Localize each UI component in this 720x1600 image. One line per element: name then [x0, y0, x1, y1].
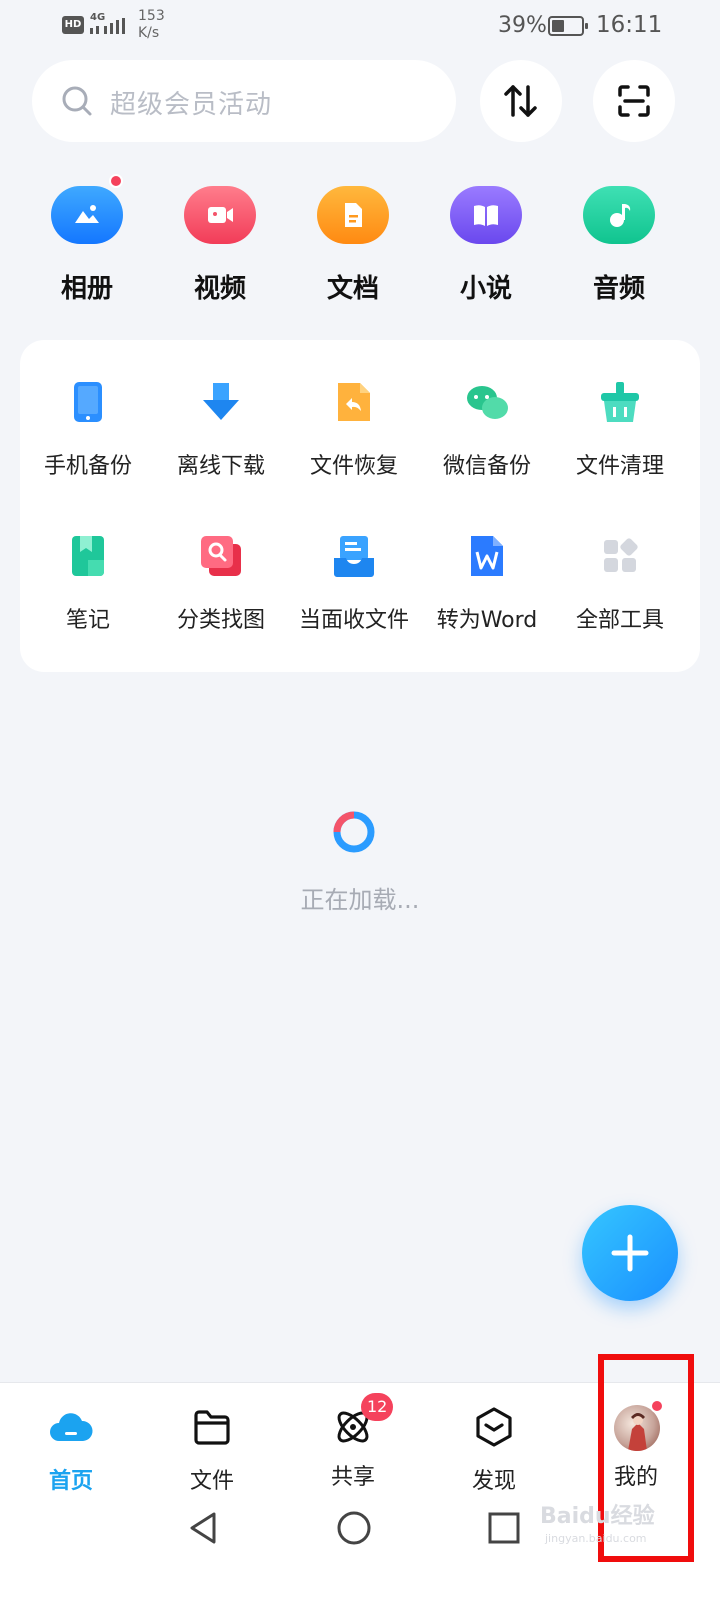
folder-icon: [194, 1410, 230, 1445]
search-placeholder: 超级会员活动: [110, 90, 273, 120]
tool-label: 文件恢复: [309, 454, 398, 479]
nav-files[interactable]: 文件: [152, 1405, 272, 1495]
tool-label: 分类找图: [176, 608, 265, 633]
tool-offline-download[interactable]: 离线下载: [153, 380, 289, 480]
battery-icon: [548, 16, 588, 36]
net-speed-unit: K/s: [138, 25, 160, 41]
nav-label: 共享: [330, 1465, 375, 1490]
music-icon: [583, 186, 655, 244]
tool-label: 微信备份: [442, 454, 531, 479]
tool-label: 手机备份: [43, 454, 132, 479]
battery-percent: 39%: [498, 13, 547, 38]
category-label: 相册: [60, 274, 113, 304]
tool-file-clean[interactable]: 文件清理: [552, 380, 688, 480]
nav-share[interactable]: 12 共享: [293, 1393, 413, 1491]
nav-discover[interactable]: 发现: [434, 1405, 554, 1495]
nav-label: 首页: [48, 1469, 93, 1494]
watermark-sub: jingyan.baidu.com: [545, 1532, 647, 1545]
download-icon: [203, 383, 239, 420]
notification-dot: [109, 174, 123, 188]
receive-file-icon: [334, 536, 374, 577]
tool-image-search[interactable]: 分类找图: [153, 534, 289, 634]
category-photos[interactable]: 相册: [32, 174, 142, 305]
tool-all-tools[interactable]: 全部工具: [552, 534, 688, 634]
share-badge: 12: [361, 1393, 394, 1421]
discover-box-icon: [476, 1407, 512, 1447]
note-icon: [72, 536, 104, 576]
tool-label: 文件清理: [575, 454, 664, 479]
tool-label: 当面收文件: [298, 608, 409, 633]
nav-label: 发现: [471, 1469, 516, 1494]
transfer-arrows-icon: [504, 85, 537, 117]
share-icon-wrap: 12: [331, 1393, 394, 1449]
category-label: 音频: [592, 274, 645, 304]
category-label: 小说: [459, 274, 512, 304]
watermark: Baidu经验: [540, 1504, 655, 1529]
search-bar[interactable]: 超级会员活动: [32, 60, 456, 142]
plus-icon: [611, 1234, 649, 1272]
tool-label: 笔记: [65, 608, 110, 633]
net-speed: 153 K/s: [138, 8, 165, 42]
category-label: 视频: [193, 274, 246, 304]
home-cloud-icon: [50, 1413, 93, 1441]
tool-label: 全部工具: [575, 608, 664, 633]
scan-button[interactable]: [593, 60, 675, 142]
status-bar: HD 4G 153 K/s 39% 16:11: [0, 0, 720, 52]
photo-album-icon: [51, 174, 123, 244]
tool-label: 转为Word: [436, 608, 538, 633]
add-button[interactable]: [582, 1205, 678, 1301]
hd-indicator: HD: [62, 16, 84, 34]
video-icon: [184, 186, 256, 244]
search-icon: [62, 86, 92, 116]
file-restore-icon: [338, 383, 370, 421]
image-search-icon: [201, 536, 241, 576]
all-tools-icon: [604, 538, 638, 572]
word-icon: [471, 536, 503, 576]
category-novels[interactable]: 小说: [431, 178, 541, 305]
tools-card: 手机备份 离线下载 文件恢复 微信备份 文件清理 笔记 分类找图 当面收文件 转…: [20, 340, 700, 672]
category-videos[interactable]: 视频: [165, 178, 275, 305]
clock: 16:11: [596, 12, 663, 38]
back-icon[interactable]: [184, 1508, 224, 1548]
signal-icon: [90, 18, 125, 34]
wechat-backup-icon: [467, 386, 508, 419]
tool-notes[interactable]: 笔记: [20, 534, 156, 634]
net-speed-value: 153: [138, 8, 165, 24]
tool-file-restore[interactable]: 文件恢复: [286, 380, 422, 480]
category-documents[interactable]: 文档: [298, 178, 408, 305]
tool-convert-word[interactable]: 转为Word: [419, 534, 555, 634]
category-audio[interactable]: 音频: [564, 178, 674, 305]
tool-receive-file[interactable]: 当面收文件: [286, 534, 422, 634]
tool-wechat-backup[interactable]: 微信备份: [419, 380, 555, 480]
loading-spinner-icon: [333, 811, 375, 853]
book-icon: [450, 186, 522, 244]
transfer-button[interactable]: [480, 60, 562, 142]
scan-icon: [618, 85, 650, 117]
phone-backup-icon: [74, 382, 102, 422]
document-icon: [317, 186, 389, 244]
tool-phone-backup[interactable]: 手机备份: [20, 380, 156, 480]
nav-label: 文件: [189, 1469, 234, 1494]
file-clean-icon: [601, 382, 639, 422]
tool-label: 离线下载: [176, 454, 265, 479]
recents-icon[interactable]: [484, 1508, 524, 1548]
nav-home[interactable]: 首页: [11, 1405, 131, 1495]
home-icon[interactable]: [334, 1508, 374, 1548]
loading-text: 正在加载...: [300, 886, 420, 914]
category-label: 文档: [326, 274, 379, 304]
